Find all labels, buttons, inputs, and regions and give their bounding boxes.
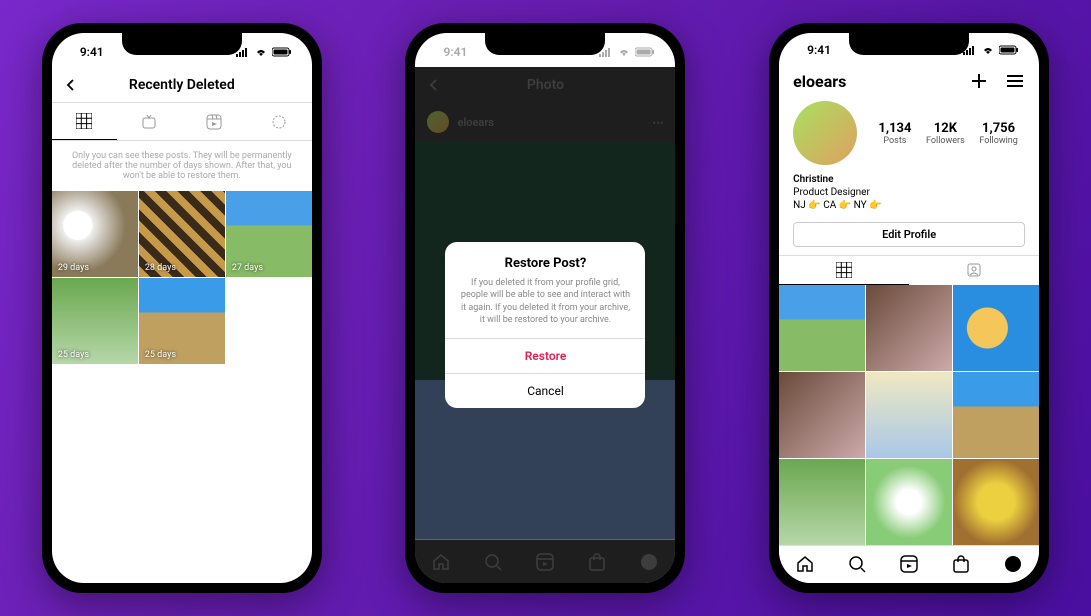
cancel-button[interactable]: Cancel xyxy=(445,373,645,408)
header: Recently Deleted xyxy=(52,67,312,103)
signal-icon xyxy=(236,47,250,57)
profile-tabs xyxy=(779,255,1039,285)
restore-dialog: Restore Post? If you deleted it from you… xyxy=(445,242,645,408)
grid-icon xyxy=(76,113,92,129)
hamburger-icon xyxy=(1005,71,1025,91)
dialog-title: Restore Post? xyxy=(445,242,645,277)
nav-search[interactable] xyxy=(847,554,867,574)
phone-profile: 9:41 eloears 1,134Posts 12KFollowers 1,7… xyxy=(769,23,1049,593)
tab-tagged[interactable] xyxy=(909,256,1039,285)
stat-posts[interactable]: 1,134Posts xyxy=(878,121,911,146)
igtv-icon xyxy=(141,114,157,130)
grid-icon xyxy=(836,262,852,278)
bottom-nav xyxy=(779,545,1039,583)
posts-grid xyxy=(779,285,1039,545)
status-time: 9:41 xyxy=(72,45,104,59)
info-notice: Only you can see these posts. They will … xyxy=(52,141,312,191)
chevron-left-icon xyxy=(64,78,78,92)
reels-icon xyxy=(899,554,919,574)
deleted-thumb[interactable]: 25 days xyxy=(139,278,225,364)
tagged-icon xyxy=(966,262,982,278)
search-icon xyxy=(847,554,867,574)
profile-username[interactable]: eloears xyxy=(793,72,846,91)
post-thumb[interactable] xyxy=(953,285,1039,371)
status-bar: 9:41 xyxy=(52,33,312,67)
signal-icon xyxy=(963,45,977,55)
modal-overlay: Restore Post? If you deleted it from you… xyxy=(415,67,675,583)
battery-icon xyxy=(635,47,655,57)
wifi-icon xyxy=(617,47,631,57)
battery-icon xyxy=(272,47,292,57)
nav-shop[interactable] xyxy=(951,554,971,574)
shop-icon xyxy=(951,554,971,574)
wifi-icon xyxy=(981,45,995,55)
stories-icon xyxy=(271,114,287,130)
status-icons xyxy=(599,47,655,57)
back-button[interactable] xyxy=(64,78,78,92)
post-thumb[interactable] xyxy=(866,372,952,458)
status-icons xyxy=(963,45,1019,55)
tab-posts-grid[interactable] xyxy=(779,256,909,285)
home-icon xyxy=(795,554,815,574)
deleted-thumb[interactable]: 25 days xyxy=(52,278,138,364)
post-thumb[interactable] xyxy=(779,372,865,458)
phone-restore-dialog: 9:41 Photo eloears ⋯ xyxy=(405,23,685,593)
stat-followers[interactable]: 12KFollowers xyxy=(926,121,965,146)
tab-reels[interactable] xyxy=(182,103,247,140)
plus-icon xyxy=(969,71,989,91)
post-thumb[interactable] xyxy=(779,459,865,545)
bio-line: NJ 👉 CA 👉 NY 👉 xyxy=(793,199,1025,212)
new-post-button[interactable] xyxy=(969,71,989,91)
tab-stories[interactable] xyxy=(247,103,312,140)
empty-space xyxy=(52,364,312,583)
profile-stats-row: 1,134Posts 12KFollowers 1,756Following xyxy=(779,95,1039,171)
nav-reels[interactable] xyxy=(899,554,919,574)
avatar[interactable] xyxy=(793,101,857,165)
deleted-thumb[interactable]: 27 days xyxy=(226,191,312,277)
battery-icon xyxy=(999,45,1019,55)
status-bar: 9:41 xyxy=(415,33,675,67)
tab-igtv[interactable] xyxy=(117,103,182,140)
status-icons xyxy=(236,47,292,57)
nav-profile[interactable] xyxy=(1003,554,1023,574)
dialog-body: If you deleted it from your profile grid… xyxy=(445,277,645,338)
deleted-thumb[interactable]: 29 days xyxy=(52,191,138,277)
post-thumb[interactable] xyxy=(866,459,952,545)
deleted-thumb[interactable]: 28 days xyxy=(139,191,225,277)
post-thumb[interactable] xyxy=(779,285,865,371)
profile-icon xyxy=(1003,554,1023,574)
phone-recently-deleted: 9:41 Recently Deleted xyxy=(42,23,322,593)
profile-bio: Christine Product Designer NJ 👉 CA 👉 NY … xyxy=(779,171,1039,220)
post-thumb[interactable] xyxy=(953,372,1039,458)
bio-name: Christine xyxy=(793,173,1025,186)
stat-following[interactable]: 1,756Following xyxy=(979,121,1018,146)
tab-grid[interactable] xyxy=(52,103,117,140)
reels-icon xyxy=(206,114,222,130)
status-time: 9:41 xyxy=(435,45,467,59)
menu-button[interactable] xyxy=(1005,71,1025,91)
status-bar: 9:41 xyxy=(779,33,1039,63)
wifi-icon xyxy=(254,47,268,57)
nav-home[interactable] xyxy=(795,554,815,574)
profile-header: eloears xyxy=(779,63,1039,95)
content-type-tabs xyxy=(52,103,312,141)
deleted-grid: 29 days 28 days 27 days 25 days 25 days xyxy=(52,191,312,364)
edit-profile-button[interactable]: Edit Profile xyxy=(793,222,1025,247)
page-title: Recently Deleted xyxy=(129,77,235,93)
post-thumb[interactable] xyxy=(866,285,952,371)
bio-line: Product Designer xyxy=(793,186,1025,199)
post-thumb[interactable] xyxy=(953,459,1039,545)
signal-icon xyxy=(599,47,613,57)
restore-button[interactable]: Restore xyxy=(445,338,645,373)
status-time: 9:41 xyxy=(799,43,831,57)
